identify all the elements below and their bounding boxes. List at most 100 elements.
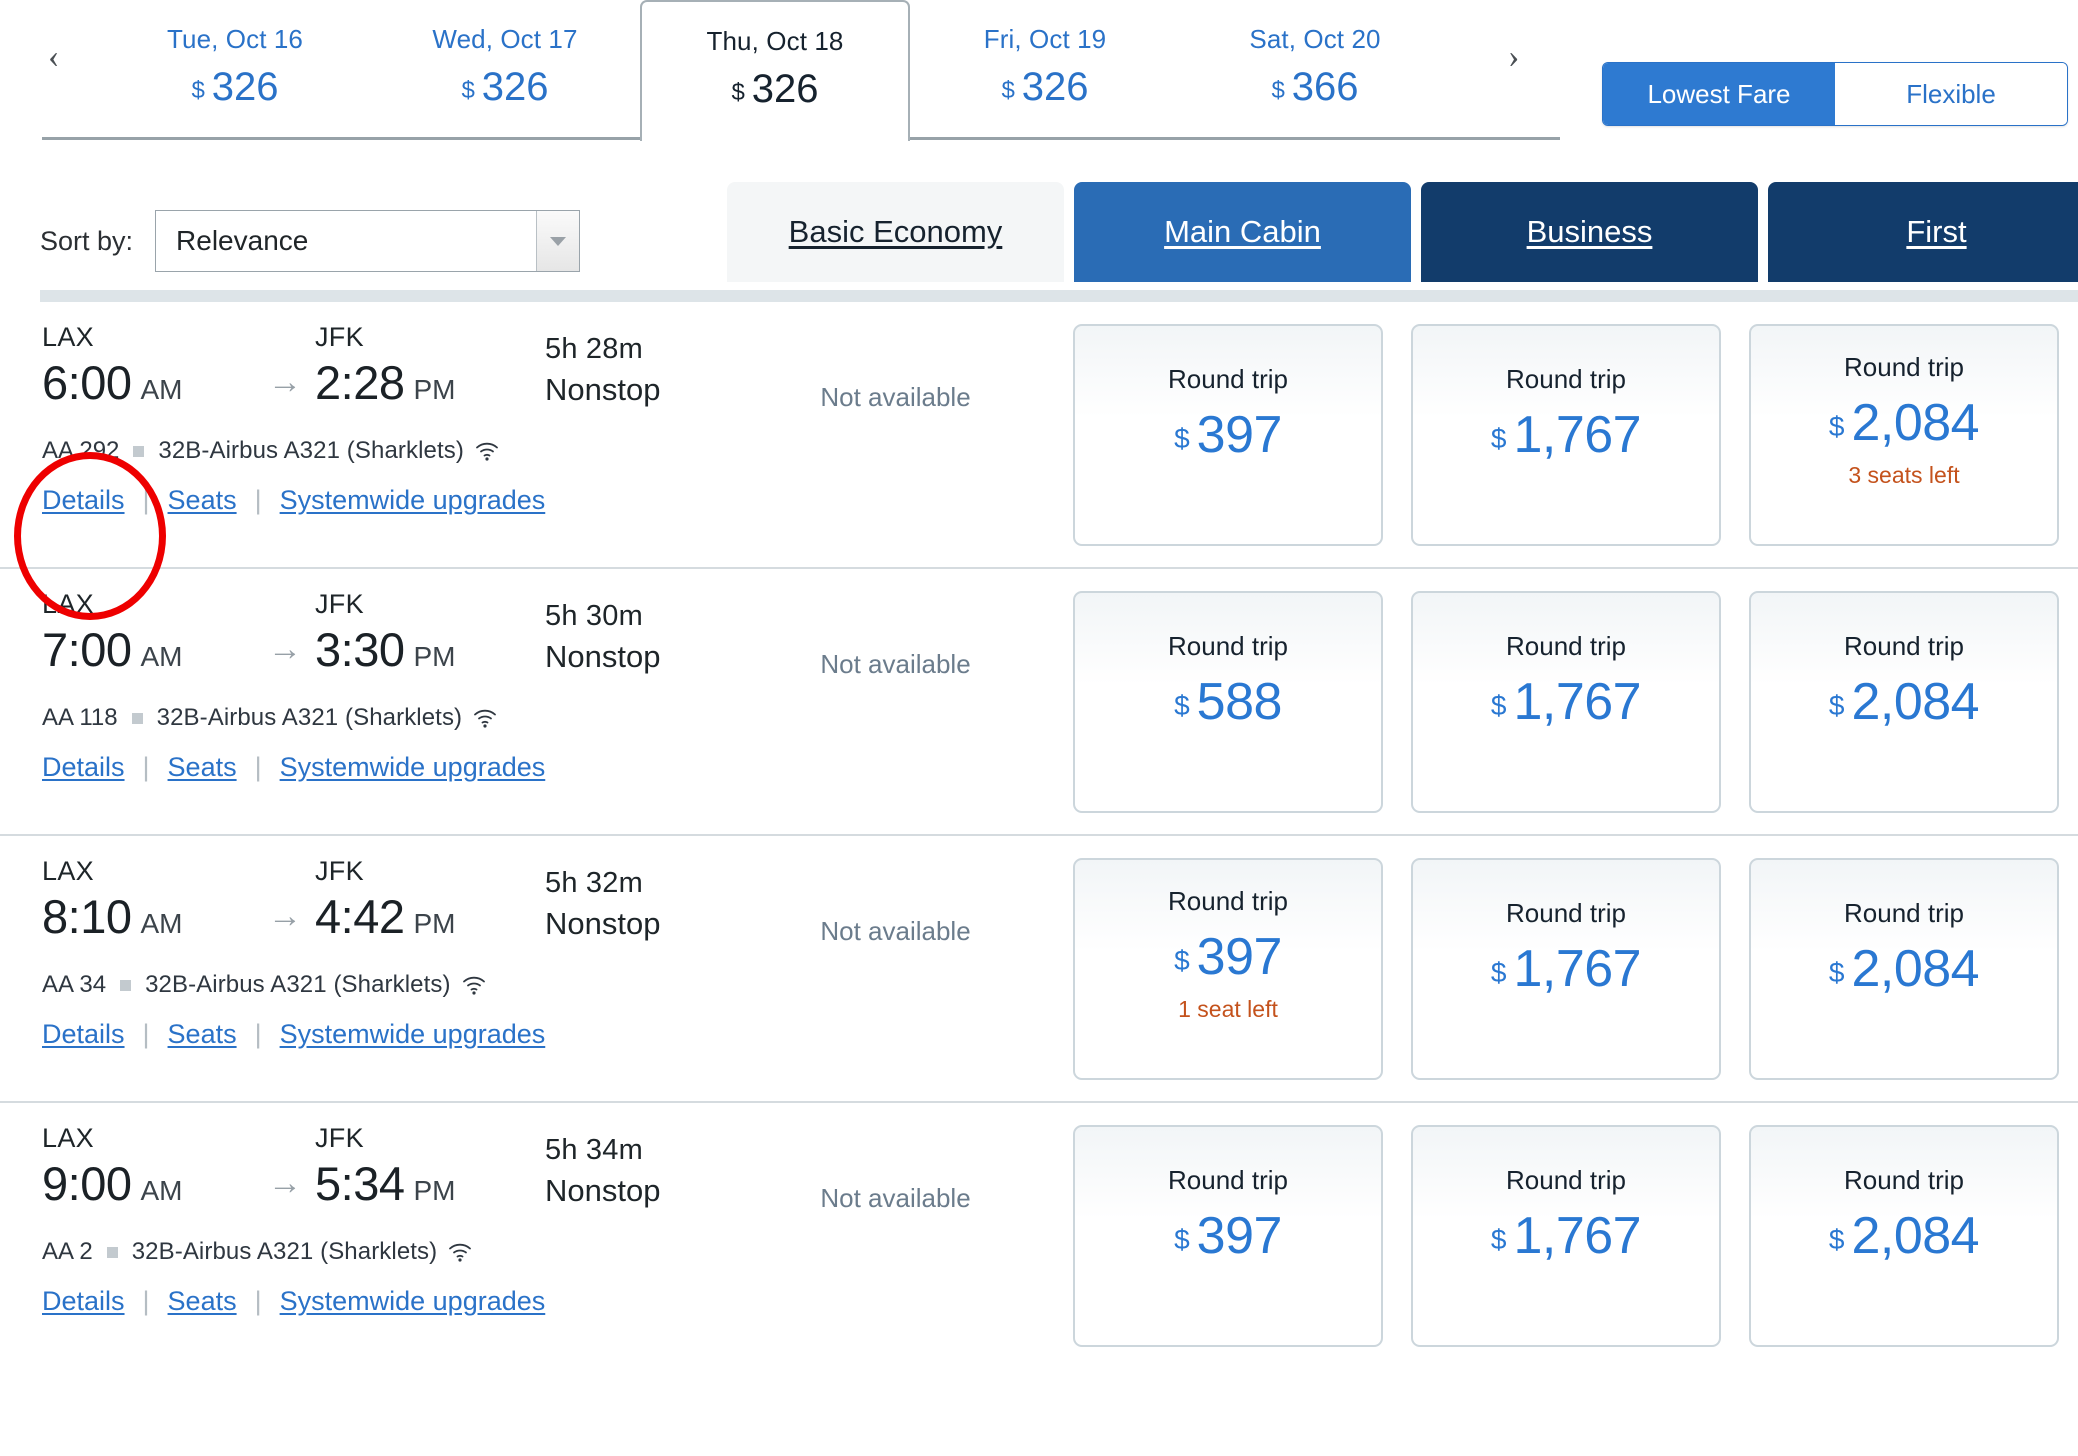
fare-card-first[interactable]: Round trip $2,084 [1749, 858, 2059, 1080]
fare-card-main-cabin[interactable]: Round trip $397 [1073, 1125, 1383, 1347]
seats-link[interactable]: Seats [168, 485, 237, 516]
link-separator: | [142, 752, 150, 782]
date-tab-price: $326 [191, 65, 278, 110]
date-tab-price: $326 [731, 67, 818, 112]
date-tab-4[interactable]: Sat, Oct 20 $366 [1180, 0, 1450, 140]
departure-segment: LAX 7:00 AM [42, 589, 255, 677]
fare-amount: $397 [1174, 405, 1282, 465]
chevron-right-icon[interactable]: › [1508, 40, 1519, 74]
date-tab-label: Wed, Oct 17 [432, 24, 578, 54]
flight-duration: 5h 28m [545, 333, 643, 365]
round-trip-label: Round trip [1844, 898, 1964, 928]
fare-card-main-cabin[interactable]: Round trip $397 1 seat left [1073, 858, 1383, 1080]
fare-value: 1,767 [1513, 1207, 1642, 1265]
sort-select[interactable]: Relevance [155, 210, 581, 272]
itinerary-line: LAX 8:10 AM → JFK 4:42 PM 5h 32m Nonstop [42, 856, 722, 944]
flight-duration: 5h 30m [545, 600, 643, 632]
systemwide-upgrades-link[interactable]: Systemwide upgrades [280, 1286, 546, 1317]
destination-airport-code: JFK [315, 1123, 364, 1153]
cabin-tab-label: Main Cabin [1164, 214, 1321, 249]
fare-card-business[interactable]: Round trip $1,767 [1411, 858, 1721, 1080]
fare-value: 1,767 [1513, 406, 1642, 464]
currency-symbol: $ [1174, 690, 1190, 721]
date-tab-1[interactable]: Wed, Oct 17 $326 [370, 0, 640, 140]
fare-card-business[interactable]: Round trip $1,767 [1411, 1125, 1721, 1347]
price-value: 326 [481, 65, 549, 109]
fare-card-business[interactable]: Round trip $1,767 [1411, 591, 1721, 813]
details-link[interactable]: Details [42, 1019, 125, 1050]
flight-number: AA 2 [42, 1238, 93, 1265]
flight-duration: 5h 34m [545, 1134, 643, 1166]
round-trip-label: Round trip [1168, 1165, 1288, 1195]
fare-type-toggle[interactable]: Lowest Fare Flexible [1602, 62, 2068, 126]
basic-economy-not-available: Not available [820, 1183, 971, 1213]
fare-card-first[interactable]: Round trip $2,084 [1749, 591, 2059, 813]
arrival-time-value: 4:42 [315, 890, 405, 943]
date-tab-3[interactable]: Fri, Oct 19 $326 [910, 0, 1180, 140]
departure-segment: LAX 9:00 AM [42, 1123, 255, 1211]
departure-time: 7:00 AM [42, 622, 255, 677]
details-link[interactable]: Details [42, 752, 125, 783]
tab-business[interactable]: Business [1421, 182, 1758, 282]
systemwide-upgrades-link[interactable]: Systemwide upgrades [280, 752, 546, 783]
tab-first[interactable]: First [1768, 182, 2078, 282]
arrival-segment: JFK 2:28 PM [315, 322, 530, 410]
meta-separator-square [106, 1246, 118, 1258]
departure-meridiem: AM [140, 374, 183, 405]
duration-block: 5h 32m Nonstop [545, 867, 660, 944]
stops-label: Nonstop [545, 372, 661, 407]
price-value: 326 [1021, 65, 1089, 109]
currency-symbol: $ [1001, 77, 1015, 104]
fare-card-business[interactable]: Round trip $1,767 [1411, 324, 1721, 546]
link-separator: | [142, 1019, 150, 1049]
price-value: 326 [751, 66, 819, 111]
departure-time-value: 8:10 [42, 890, 132, 943]
flight-action-links: Details | Seats | Systemwide upgrades [42, 485, 722, 516]
duration-block: 5h 30m Nonstop [545, 600, 660, 677]
lowest-fare-option[interactable]: Lowest Fare [1603, 63, 1835, 125]
sort-by-label: Sort by: [40, 225, 134, 256]
departure-meridiem: AM [140, 1175, 183, 1206]
wifi-icon [474, 440, 500, 468]
arrival-meridiem: PM [413, 641, 456, 672]
origin-airport-code: LAX [42, 856, 94, 886]
flight-meta: AA 118 32B-Airbus A321 (Sharklets) [42, 704, 722, 732]
tab-main-cabin[interactable]: Main Cabin [1074, 182, 1411, 282]
fare-card-main-cabin[interactable]: Round trip $588 [1073, 591, 1383, 813]
flight-info: LAX 9:00 AM → JFK 5:34 PM 5h 34m Nonstop AA 2 32B-… [42, 1123, 722, 1317]
chevron-down-icon[interactable] [536, 211, 580, 271]
seats-left-badge: 3 seats left [1848, 462, 1960, 488]
duration-block: 5h 34m Nonstop [545, 1134, 660, 1211]
flight-row: LAX 6:00 AM → JFK 2:28 PM 5h 28m Nonstop AA 292 32… [0, 302, 2078, 569]
details-link[interactable]: Details [42, 485, 125, 516]
tab-basic-economy[interactable]: Basic Economy [727, 182, 1064, 282]
chevron-left-icon[interactable]: ‹ [48, 40, 59, 74]
seats-link[interactable]: Seats [168, 1286, 237, 1317]
date-tab-0[interactable]: Tue, Oct 16 $326 [100, 0, 370, 140]
itinerary-line: LAX 6:00 AM → JFK 2:28 PM 5h 28m Nonstop [42, 322, 722, 410]
flight-number: AA 118 [42, 704, 118, 731]
details-link[interactable]: Details [42, 1286, 125, 1317]
round-trip-label: Round trip [1506, 898, 1626, 928]
systemwide-upgrades-link[interactable]: Systemwide upgrades [280, 485, 546, 516]
flight-meta: AA 34 32B-Airbus A321 (Sharklets) [42, 971, 722, 999]
flight-action-links: Details | Seats | Systemwide upgrades [42, 1286, 722, 1317]
fare-card-main-cabin[interactable]: Round trip $397 [1073, 324, 1383, 546]
systemwide-upgrades-link[interactable]: Systemwide upgrades [280, 1019, 546, 1050]
sort-by-control: Sort by: Relevance [40, 210, 581, 272]
currency-symbol: $ [1828, 957, 1845, 988]
date-tab-2[interactable]: Thu, Oct 18 $326 [640, 0, 910, 141]
flexible-fare-option[interactable]: Flexible [1835, 63, 2067, 125]
fare-amount: $2,084 [1828, 939, 1980, 999]
basic-economy-not-available: Not available [820, 649, 971, 679]
fare-card-first[interactable]: Round trip $2,084 [1749, 1125, 2059, 1347]
fare-card-first[interactable]: Round trip $2,084 3 seats left [1749, 324, 2059, 546]
seats-link[interactable]: Seats [168, 1019, 237, 1050]
cabin-tab-label: Business [1526, 214, 1653, 249]
fare-amount: $2,084 [1829, 672, 1980, 732]
cabin-class-tabs: Basic Economy Main Cabin Business First [727, 182, 2078, 282]
fare-value: 1,767 [1513, 673, 1642, 731]
flight-action-links: Details | Seats | Systemwide upgrades [42, 752, 722, 783]
seats-link[interactable]: Seats [168, 752, 237, 783]
link-separator: | [142, 1286, 150, 1316]
